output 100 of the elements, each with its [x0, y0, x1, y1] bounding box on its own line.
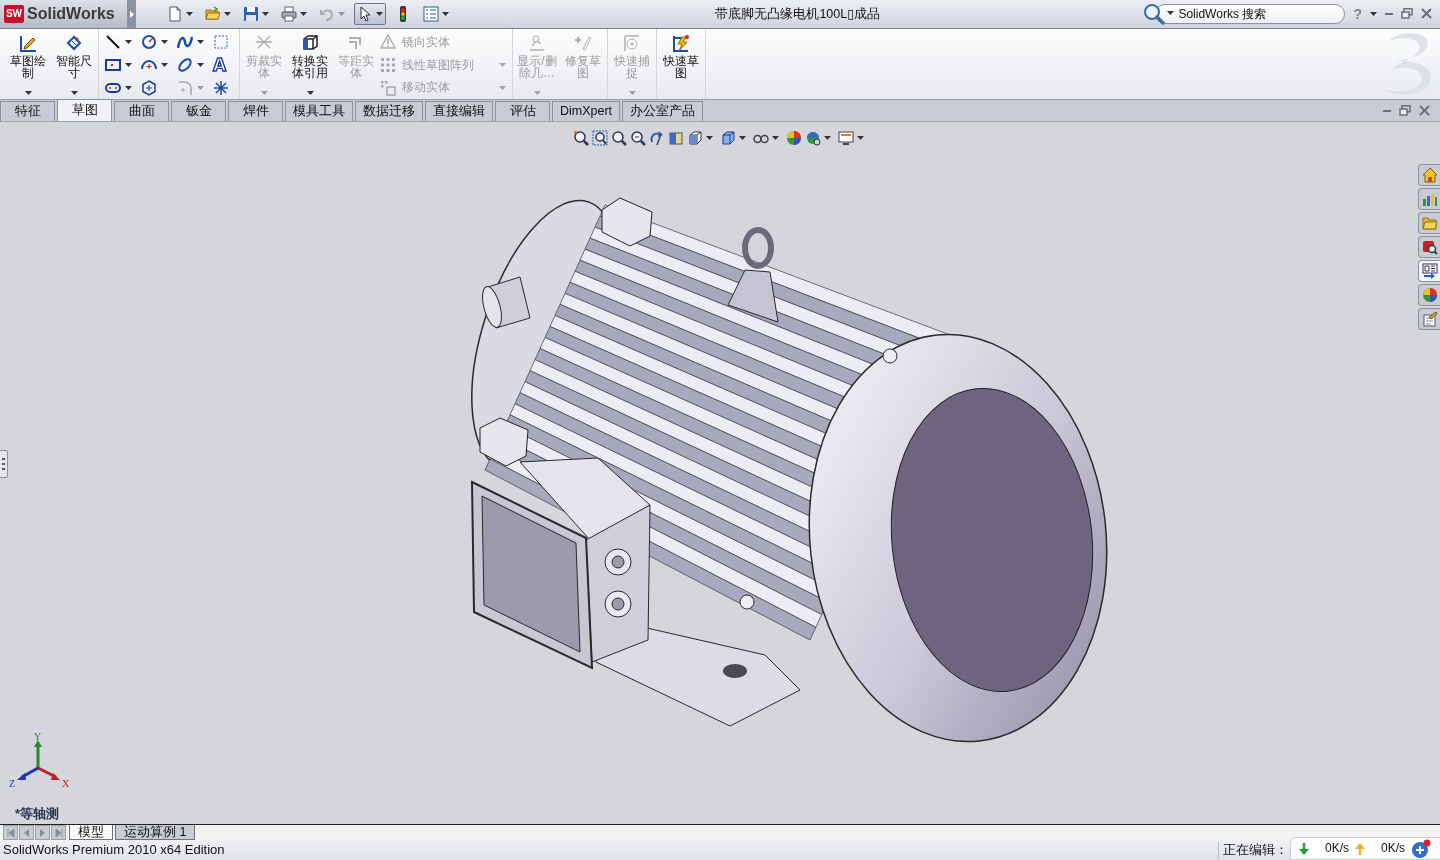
- ribbon-tool-button[interactable]: 智能尺寸: [52, 29, 96, 99]
- caret-icon: [306, 91, 314, 95]
- restore-button[interactable]: [1399, 105, 1411, 116]
- search-field[interactable]: SolidWorks 搜索: [1155, 4, 1346, 24]
- axis-label: Z: [9, 778, 16, 788]
- ribbon-tab[interactable]: 钣金: [171, 101, 226, 121]
- grip-dots-icon: [2, 457, 5, 471]
- status-text: SolidWorks Premium 2010 x64 Edition: [2, 842, 225, 858]
- task-pane-tab[interactable]: [1418, 236, 1440, 258]
- axis-triad-drawing: [17, 740, 60, 780]
- plus-circle-icon[interactable]: [1411, 838, 1431, 859]
- rectangle-icon: [105, 57, 121, 73]
- zoom-to-fit-icon[interactable]: [572, 130, 589, 146]
- move-icon: [380, 79, 396, 96]
- caret-icon[interactable]: [1167, 11, 1175, 15]
- ribbon-tool-button[interactable]: 草图绘制: [6, 29, 50, 99]
- cube-icon[interactable]: [719, 130, 736, 146]
- caret-icon[interactable]: [856, 136, 864, 140]
- layout-arrow-icon: [1421, 263, 1438, 279]
- minimize-icon: [1383, 109, 1391, 112]
- ribbon-tab[interactable]: 直接编辑: [425, 101, 493, 121]
- axis-label: X: [62, 778, 70, 788]
- panel-toggle-handle[interactable]: [0, 450, 8, 478]
- sphere-icon[interactable]: [785, 130, 802, 146]
- task-pane-tab[interactable]: [1418, 308, 1440, 330]
- print-button[interactable]: [278, 3, 310, 25]
- caret-icon: [197, 40, 204, 44]
- ribbon-tab[interactable]: DimXpert: [552, 101, 621, 121]
- caret-icon: [125, 86, 132, 90]
- zoom-area-icon[interactable]: [591, 130, 608, 146]
- notepad-icon: [1421, 311, 1438, 327]
- restore-button[interactable]: [1401, 8, 1413, 20]
- view-orientation-label: *等轴测: [15, 806, 60, 822]
- dot-grid-icon: [380, 57, 396, 73]
- minimize-icon: [1385, 13, 1393, 15]
- caret-icon: [161, 63, 168, 67]
- folder-icon: [1421, 215, 1438, 231]
- document-icon: [167, 6, 183, 22]
- options-button[interactable]: [420, 3, 452, 25]
- person-outline-icon: [527, 34, 547, 53]
- caret-icon: [197, 86, 204, 90]
- undo-arrow-icon: [319, 6, 335, 22]
- search-icon: [1143, 3, 1166, 25]
- select-button[interactable]: [354, 3, 386, 25]
- bar-chart-icon: [1421, 191, 1438, 207]
- sketch-pencil-icon: [18, 34, 38, 53]
- caret-icon[interactable]: [738, 136, 746, 140]
- caret-icon: [262, 12, 269, 16]
- caret-icon[interactable]: [705, 136, 713, 140]
- caret-icon: [24, 91, 32, 95]
- sphere-icon: [1421, 287, 1438, 303]
- document-tab[interactable]: 运动算例 1: [115, 825, 196, 840]
- task-pane-tab[interactable]: [1418, 260, 1440, 282]
- line-icon: [105, 34, 121, 50]
- point-icon: [213, 80, 229, 96]
- zoom-out-icon[interactable]: [629, 130, 646, 146]
- ribbon-tool-button[interactable]: 快速草图: [659, 29, 703, 99]
- restore-icon: [1401, 8, 1413, 20]
- house-icon: [1421, 167, 1438, 183]
- curved-arrow-icon[interactable]: [648, 130, 665, 146]
- document-tab[interactable]: 模型: [69, 825, 113, 840]
- restore-icon: [1399, 105, 1411, 116]
- close-button[interactable]: [1419, 105, 1430, 116]
- ribbon-tab[interactable]: 模具工具: [285, 101, 353, 121]
- lightning-sketch-icon: [671, 34, 691, 53]
- caret-icon[interactable]: [823, 136, 831, 140]
- ribbon-tab[interactable]: 数据迁移: [355, 101, 423, 121]
- pencil-plus-icon: [573, 34, 593, 53]
- monitor-icon[interactable]: [837, 130, 854, 146]
- caret-icon: [70, 91, 78, 95]
- caret-icon[interactable]: [771, 136, 779, 140]
- ribbon-tab[interactable]: 特征: [0, 101, 55, 121]
- snap-target-icon: [622, 34, 642, 53]
- ribbon-tab[interactable]: 办公室产品: [622, 101, 704, 121]
- caret-icon: [499, 63, 506, 67]
- triangle-icon: [54, 828, 63, 837]
- split-square-icon[interactable]: [667, 130, 684, 146]
- caret-icon[interactable]: [1370, 12, 1377, 16]
- upload-speed: 0K/s: [1380, 841, 1405, 856]
- ribbon-tool-button[interactable]: 转换实体引用: [288, 29, 332, 99]
- triangle-icon: [129, 10, 134, 18]
- ribbon-tab[interactable]: 曲面: [114, 101, 169, 121]
- globe-icon[interactable]: [804, 130, 821, 146]
- folder-icon: [205, 6, 221, 22]
- cursor-arrow-icon: [357, 6, 373, 22]
- cube-icon[interactable]: [686, 130, 703, 146]
- close-button[interactable]: [1421, 8, 1432, 20]
- checklist-icon: [423, 6, 439, 22]
- spline-curve-icon: [177, 34, 193, 50]
- window-title: 带底脚无凸缘电机100L▯成品: [714, 6, 882, 22]
- ribbon-tab[interactable]: 评估: [495, 101, 550, 121]
- cube-icon: [300, 34, 320, 53]
- fillet-icon: [177, 80, 193, 96]
- ribbon-tab[interactable]: 焊件: [228, 101, 283, 121]
- magnifier-icon[interactable]: [610, 130, 627, 146]
- ribbon-tab[interactable]: 草图: [57, 99, 112, 121]
- axis-label: Y: [34, 732, 42, 742]
- caret-icon: [628, 91, 636, 95]
- close-icon: [1419, 105, 1430, 116]
- caret-icon: [499, 85, 506, 90]
